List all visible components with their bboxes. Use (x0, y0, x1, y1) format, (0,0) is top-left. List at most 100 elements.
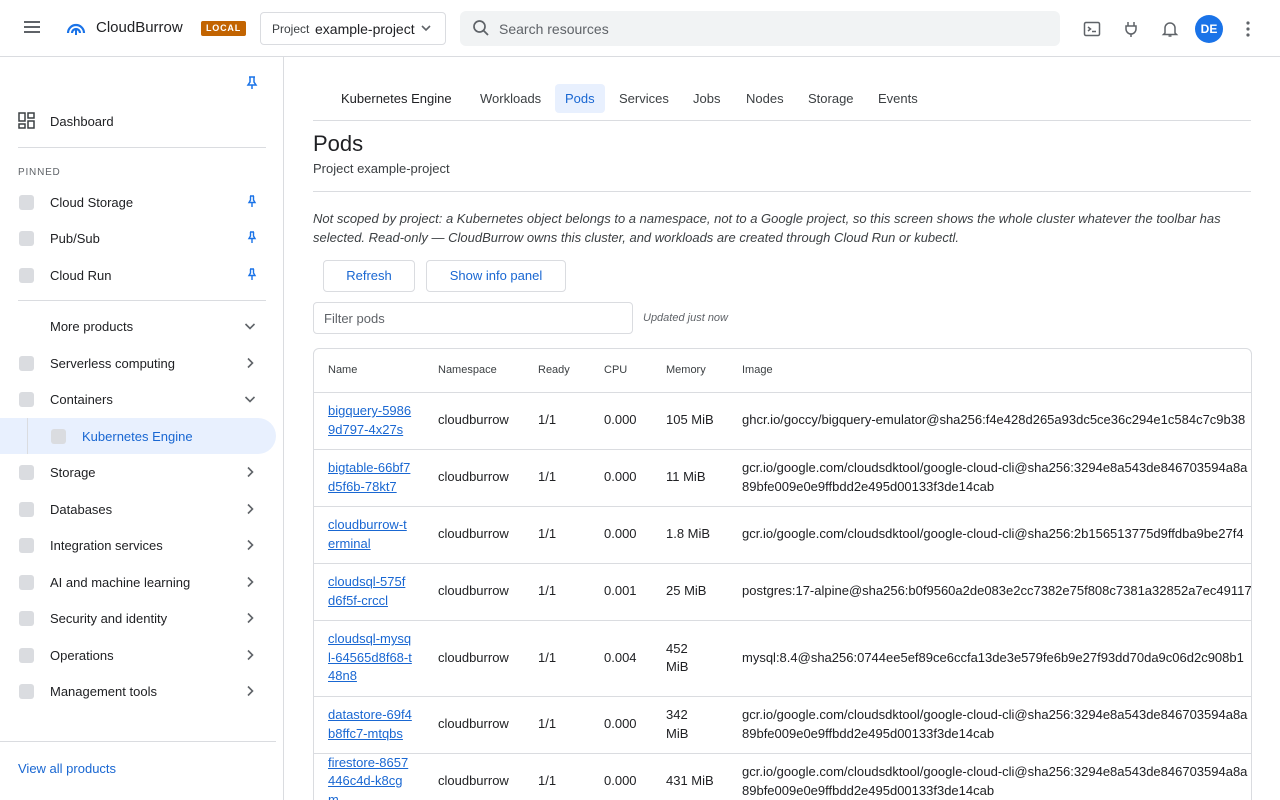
sidebar-item-serverless[interactable]: Serverless computing (0, 345, 276, 381)
pod-cpu: 0.000 (590, 392, 652, 450)
tab-services[interactable]: Services (609, 84, 679, 113)
sidebar-item-containers[interactable]: Containers (0, 381, 276, 417)
pin-icon[interactable] (246, 231, 258, 244)
product-icon (19, 268, 34, 283)
table-row: firestore-8657446c4d-k8cgm cloudburrow 1… (314, 753, 1251, 800)
table-row: datastore-69f4b8ffc7-mtqbs cloudburrow 1… (314, 696, 1251, 754)
sidebar-item-pubsub[interactable]: Pub/Sub (0, 220, 276, 256)
pod-cpu: 0.001 (590, 563, 652, 621)
sidebar-item-integration-services[interactable]: Integration services (0, 527, 276, 563)
pod-name-link[interactable]: cloudsql-mysql-64565d8f68-t48n8 (328, 630, 412, 686)
pod-name-link[interactable]: cloudburrow-terminal (328, 516, 412, 553)
pod-cpu: 0.000 (590, 753, 652, 800)
search-box[interactable] (460, 11, 1060, 46)
menu-icon[interactable] (20, 16, 44, 40)
tab-jobs[interactable]: Jobs (683, 84, 730, 113)
table-row: cloudsql-575fd6f5f-crccl cloudburrow 1/1… (314, 563, 1251, 621)
page-subtitle: Project example-project (313, 161, 450, 176)
table-row: bigtable-66bf7d5f6b-78kt7 cloudburrow 1/… (314, 449, 1251, 507)
pod-name-link[interactable]: bigtable-66bf7d5f6b-78kt7 (328, 459, 412, 496)
pod-namespace: cloudburrow (424, 753, 524, 800)
env-badge: LOCAL (201, 21, 246, 36)
column-header-ready[interactable]: Ready (524, 349, 590, 393)
tab-events[interactable]: Events (868, 84, 928, 113)
product-icon (19, 611, 34, 626)
chevron-right-icon (247, 503, 254, 515)
pod-memory: 105 MiB (652, 392, 728, 450)
pod-name-link[interactable]: cloudsql-575fd6f5f-crccl (328, 573, 412, 610)
show-info-panel-button[interactable]: Show info panel (426, 260, 566, 292)
divider (0, 741, 276, 742)
sidebar-item-label: More products (50, 319, 134, 334)
bell-icon[interactable] (1160, 19, 1180, 39)
view-all-products-link[interactable]: View all products (18, 761, 116, 776)
sidebar-item-ai-ml[interactable]: AI and machine learning (0, 564, 276, 600)
divider (18, 300, 266, 301)
sidebar-item-databases[interactable]: Databases (0, 491, 276, 527)
chevron-right-icon (247, 466, 254, 478)
pod-ready: 1/1 (524, 392, 590, 450)
tab-pods[interactable]: Pods (555, 84, 605, 113)
project-picker[interactable]: Project example-project (260, 12, 446, 45)
tree-line (27, 418, 28, 454)
pod-memory-text: 342 MiB (666, 707, 689, 741)
main-content: Kubernetes Engine Workloads Pods Service… (285, 57, 1280, 800)
sidebar-item-kubernetes-engine[interactable]: Kubernetes Engine (0, 418, 276, 454)
pod-name-link[interactable]: bigquery-59869d797-4x27s (328, 402, 412, 439)
pod-namespace: cloudburrow (424, 506, 524, 564)
sidebar-item-cloud-storage[interactable]: Cloud Storage (0, 184, 276, 220)
product-icon (19, 356, 34, 371)
search-input[interactable] (499, 19, 1039, 39)
refresh-button[interactable]: Refresh (323, 260, 415, 292)
pod-namespace: cloudburrow (424, 392, 524, 450)
tab-nodes[interactable]: Nodes (736, 84, 794, 113)
dashboard-icon (18, 112, 35, 129)
tab-section-title: Kubernetes Engine (341, 91, 452, 106)
product-icon (19, 684, 34, 699)
sidebar-item-security[interactable]: Security and identity (0, 600, 276, 636)
terminal-icon[interactable] (1082, 19, 1102, 39)
sidebar-item-dashboard[interactable]: Dashboard (0, 103, 276, 139)
product-icon (19, 392, 34, 407)
sidebar-item-label: Management tools (50, 684, 157, 699)
column-header-namespace[interactable]: Namespace (424, 349, 524, 393)
sidebar-item-label: Kubernetes Engine (82, 429, 193, 444)
divider (313, 191, 1251, 192)
sidebar-item-storage[interactable]: Storage (0, 454, 276, 490)
sidebar-item-operations[interactable]: Operations (0, 637, 276, 673)
chevron-right-icon (247, 357, 254, 369)
chevron-down-icon (244, 323, 256, 330)
search-icon (473, 20, 489, 36)
product-icon (19, 231, 34, 246)
pod-memory: 342 MiB (652, 696, 728, 754)
pod-memory: 1.8 MiB (652, 506, 728, 564)
column-header-memory[interactable]: Memory (652, 349, 728, 393)
more-vert-icon[interactable] (1238, 19, 1258, 39)
column-header-cpu[interactable]: CPU (590, 349, 652, 393)
brand-name[interactable]: CloudBurrow (96, 19, 183, 36)
pod-name-link[interactable]: datastore-69f4b8ffc7-mtqbs (328, 706, 412, 743)
pod-namespace: cloudburrow (424, 696, 524, 754)
pod-memory: 25 MiB (652, 563, 728, 621)
tab-workloads[interactable]: Workloads (470, 84, 551, 113)
column-header-name[interactable]: Name (314, 349, 424, 393)
column-header-image[interactable]: Image (728, 349, 1251, 393)
pin-icon[interactable] (246, 195, 258, 208)
divider (18, 147, 266, 148)
sidebar-item-more-products[interactable]: More products (0, 308, 276, 344)
pod-image: postgres:17-alpine@sha256:b0f9560a2de083… (728, 563, 1251, 621)
pod-name-link[interactable]: firestore-8657446c4d-k8cgm (328, 754, 412, 800)
sidebar-item-management-tools[interactable]: Management tools (0, 673, 276, 709)
plug-icon[interactable] (1121, 19, 1141, 39)
pin-sidebar-icon[interactable] (244, 75, 260, 91)
pod-ready: 1/1 (524, 449, 590, 507)
tab-storage[interactable]: Storage (798, 84, 864, 113)
pod-image-text: gcr.io/google.com/cloudsdktool/google-cl… (742, 764, 1248, 798)
sidebar-item-cloud-run[interactable]: Cloud Run (0, 257, 276, 293)
avatar[interactable]: DE (1195, 15, 1223, 43)
chevron-right-icon (247, 649, 254, 661)
filter-pods-input[interactable] (313, 302, 633, 334)
pin-icon[interactable] (246, 268, 258, 281)
pod-memory: 431 MiB (652, 753, 728, 800)
table-row: cloudburrow-terminal cloudburrow 1/1 0.0… (314, 506, 1251, 564)
